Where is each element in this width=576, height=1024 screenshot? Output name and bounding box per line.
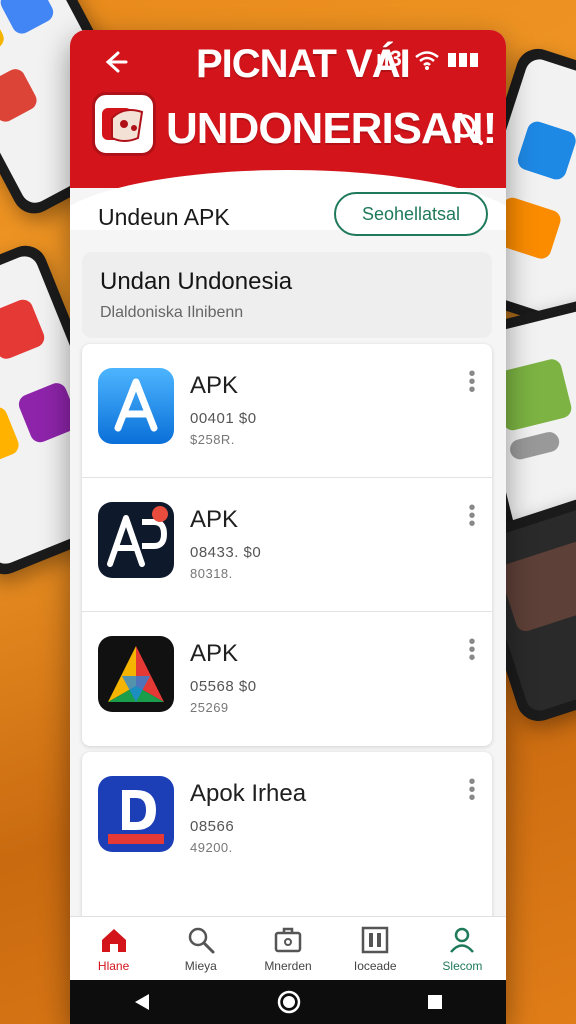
columns-icon (361, 926, 389, 953)
app-meta-secondary: 80318. (190, 566, 233, 581)
app-name: Apok Irhea (190, 780, 307, 807)
app-meta: 00401 $0 (190, 410, 257, 427)
system-back-icon[interactable] (131, 991, 153, 1013)
section-header: Undeun APK Seohellatsal (70, 188, 506, 248)
section-title: Undeun APK (98, 204, 230, 230)
banner-subtitle: Dlaldoniska Ilnibenn (100, 304, 244, 321)
home-icon (101, 928, 126, 952)
nav-label: Ioceade (353, 958, 397, 973)
system-navigation-bar (70, 980, 506, 1024)
app-meta-secondary: 49200. (190, 840, 233, 855)
header-main-title: UNDONERISAN! (166, 104, 497, 153)
a-blue-icon (98, 368, 174, 444)
more-options-icon[interactable]: • • • (462, 364, 482, 400)
app-name: APK (190, 372, 239, 399)
nav-label: Hlane (97, 958, 130, 973)
list-item[interactable]: APK 00401 $0 $258R. • • • (82, 344, 492, 478)
list-item[interactable]: APK 05568 $0 25269 • • • (82, 612, 492, 746)
status-bar: ᴎ3 (376, 46, 480, 72)
system-home-icon[interactable] (276, 989, 302, 1015)
nav-item-profile[interactable]: Slecom (419, 917, 506, 980)
back-arrow-icon[interactable] (100, 48, 128, 76)
more-options-icon[interactable]: • • • (462, 772, 482, 808)
search-icon[interactable] (450, 112, 484, 146)
search-icon (188, 927, 215, 953)
list-item[interactable]: APK 08433. $0 80318. • • • (82, 478, 492, 612)
briefcase-icon (274, 927, 302, 952)
ap-dark-icon (98, 502, 174, 578)
nav-item-library[interactable]: Ioceade (332, 917, 419, 980)
phone-screen: PICNAT VÁI ᴎ3 UNDONERISAN! Undeun APK Se… (70, 30, 506, 1024)
more-options-icon[interactable]: • • • (462, 498, 482, 534)
nav-label: Mieya (184, 958, 217, 973)
app-meta-secondary: 25269 (190, 700, 229, 715)
more-options-icon[interactable]: • • • (462, 632, 482, 668)
app-list: APK 00401 $0 $258R. • • • APK 08433. $0 80… (82, 344, 492, 746)
nav-label: Mnerden (264, 958, 312, 973)
app-meta: 05568 $0 (190, 678, 257, 695)
app-meta-secondary: $258R. (190, 432, 235, 447)
banner-title: Undan Undonesia (100, 268, 293, 295)
list-item[interactable]: Apok Irhea 08566 49200. • • • (82, 752, 492, 886)
app-header: PICNAT VÁI ᴎ3 UNDONERISAN! (70, 30, 506, 188)
nav-item-home[interactable]: Hlane (70, 917, 157, 980)
app-name: APK (190, 506, 239, 533)
battery-icon (448, 53, 479, 68)
triangle-color-icon (98, 636, 174, 712)
person-icon (450, 927, 475, 953)
nav-item-manager[interactable]: Mnerden (244, 917, 331, 980)
info-banner[interactable]: Undan Undonesia Dlaldoniska Ilnibenn (82, 252, 492, 338)
app-meta: 08433. $0 (190, 544, 262, 561)
section-action-button[interactable]: Seohellatsal (334, 192, 488, 236)
bottom-navigation: Hlane Mieya Mnerden Ioceade Slecom (70, 916, 506, 980)
wifi-icon (415, 51, 439, 71)
app-meta: 08566 (190, 818, 235, 835)
status-text: ᴎ3 (376, 46, 402, 71)
system-recents-icon[interactable] (425, 992, 445, 1012)
d-logo-icon (98, 776, 174, 852)
app-list-secondary: Apok Irhea 08566 49200. • • • (82, 752, 492, 922)
nav-item-search[interactable]: Mieya (157, 917, 244, 980)
app-name: APK (190, 640, 239, 667)
app-logo (92, 92, 156, 156)
nav-label: Slecom (442, 958, 483, 973)
